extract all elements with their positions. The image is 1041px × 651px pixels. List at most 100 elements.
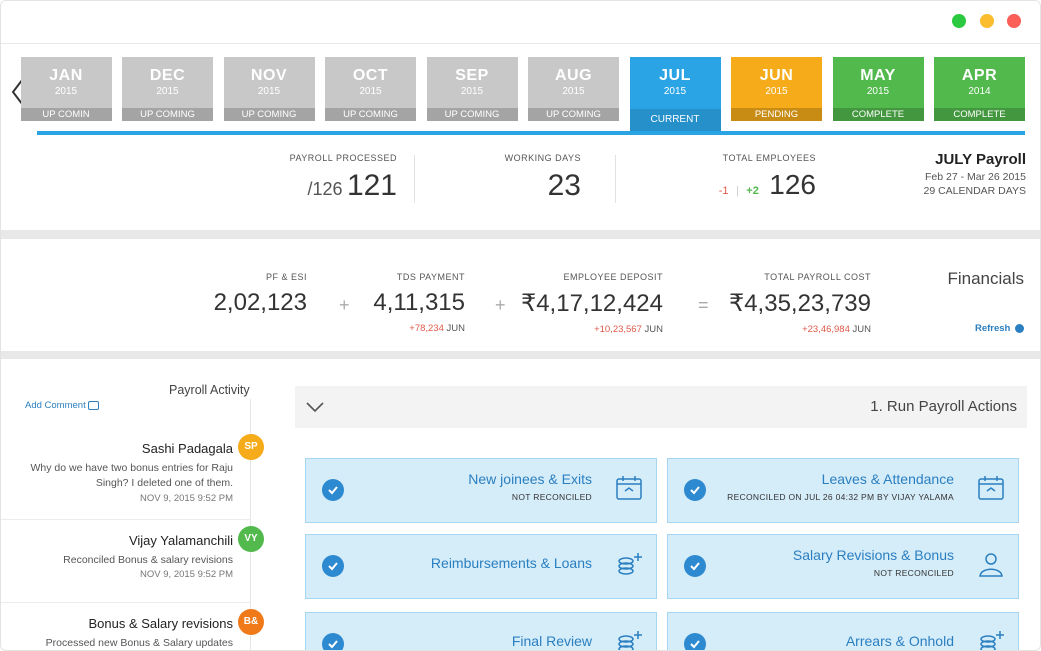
month-year: 2015 — [54, 86, 78, 97]
window-maximize-button[interactable] — [952, 14, 966, 28]
refresh-button[interactable]: Refresh — [975, 323, 1024, 334]
action-card-new-joinees-exits[interactable]: New joinees & Exits NOT RECONCILED — [305, 458, 657, 523]
tds-value: 4,11,315 — [373, 289, 465, 316]
month-tab-aug[interactable]: AUG 2015 UP COMING — [528, 57, 619, 121]
month-year: 2015 — [866, 86, 890, 97]
activity-title: Payroll Activity — [169, 383, 250, 397]
activity-item: VY Vijay Yalamanchili Reconciled Bonus & s… — [1, 519, 264, 603]
month-tab-nov[interactable]: NOV 2015 UP COMING — [223, 57, 315, 121]
deposit-month: JUN — [644, 324, 663, 335]
month-strip: APR 2014 COMPLETE MAY 2015 COMPLETE JUN 2015 PEN… — [1, 57, 1040, 135]
plus-sign: + — [495, 295, 506, 315]
action-card-arrears-onhold[interactable]: Arrears & Onhold — [667, 612, 1019, 650]
actions-header[interactable]: 1. Run Payroll Actions — [295, 386, 1027, 428]
action-card-status: RECONCILED ON JUL 26 04:32 PM BY VIJAY Y… — [727, 492, 954, 502]
deposit-value: ₹4,17,12,424 — [520, 290, 663, 317]
calendar-icon — [614, 473, 644, 508]
total-cost-label: TOTAL PAYROLL COST — [764, 272, 871, 282]
tds-change: +78,234 — [409, 323, 444, 334]
activity-text: Processed new Bonus & Salary updates — [45, 637, 233, 649]
activity-text: Reconciled Bonus & salary revisions — [63, 554, 233, 566]
activity-item: SP Sashi Padagala Why do we have two bonus… — [1, 427, 264, 520]
divider — [615, 155, 616, 203]
month-status: UP COMING — [426, 108, 518, 121]
activity-author: Sashi Padagala — [141, 441, 233, 456]
month-status: COMPLETE — [934, 108, 1025, 121]
month-status: UP COMING — [122, 108, 213, 121]
month-year: 2014 — [968, 86, 991, 97]
plus-sign: + — [339, 295, 350, 315]
pf-label: PF & ESI — [265, 272, 307, 282]
payroll-processed-total: /126 — [307, 179, 343, 199]
payroll-calendar-days: 29 CALENDAR DAYS — [923, 185, 1026, 197]
payroll-summary: JULY Payroll Feb 27 - Mar 26 2015 29 CAL… — [1, 141, 1040, 231]
month-name: JUL — [659, 67, 691, 84]
add-comment-label: Add Comment — [25, 400, 86, 411]
pf-value: 2,02,123 — [213, 289, 307, 316]
month-tab-oct[interactable]: OCT 2015 UP COMING — [325, 57, 416, 121]
equals-sign: = — [698, 295, 709, 315]
check-icon — [322, 555, 344, 577]
working-days-block: WORKING DAYS 23 — [491, 153, 581, 203]
month-progress-line — [37, 131, 1025, 135]
month-name: DEC — [149, 67, 186, 84]
month-status: COMPLETE — [832, 108, 924, 121]
activity-time: NOV 9, 2015 9:52 PM — [140, 493, 233, 504]
month-status: PENDING — [731, 108, 822, 121]
month-year: 2015 — [359, 86, 382, 97]
month-name: AUG — [554, 67, 593, 84]
employee-deposit-block: EMPLOYEE DEPOSIT ₹4,17,12,424 +10,23,567… — [513, 272, 663, 335]
action-card-title: Arrears & Onhold — [845, 633, 954, 649]
action-card-leaves-attendance[interactable]: Leaves & Attendance RECONCILED ON JUL 26 … — [667, 458, 1019, 523]
tds-label: TDS PAYMENT — [396, 272, 465, 282]
total-cost-block: TOTAL PAYROLL COST ₹4,35,23,739 +23,46,9… — [721, 272, 871, 335]
action-card-title: Reimbursements & Loans — [430, 555, 592, 571]
total-cost-value: ₹4,35,23,739 — [728, 290, 871, 317]
divider — [414, 155, 415, 203]
month-status: UP COMING — [223, 108, 315, 121]
check-icon — [684, 555, 706, 577]
payroll-processed-value: 121 — [346, 169, 397, 202]
total-employees-label: TOTAL EMPLOYEES — [722, 153, 816, 163]
month-status: UP COMING — [325, 108, 416, 121]
month-name: SEP — [455, 67, 489, 84]
window-close-button[interactable] — [1007, 14, 1021, 28]
action-card-reimbursements-loans[interactable]: Reimbursements & Loans — [305, 534, 657, 599]
activity-author: Vijay Yalamanchili — [128, 533, 233, 548]
deposit-change: +10,23,567 — [594, 324, 642, 335]
action-card-title: Salary Revisions & Bonus — [792, 547, 954, 563]
action-card-salary-revisions-bonus[interactable]: Salary Revisions & Bonus NOT RECONCILED — [667, 534, 1019, 599]
person-icon — [976, 549, 1006, 584]
actions-title: 1. Run Payroll Actions — [870, 398, 1017, 415]
month-tab-sep[interactable]: SEP 2015 UP COMING — [426, 57, 518, 121]
calendar-icon — [976, 473, 1006, 508]
month-tab-apr[interactable]: APR 2014 COMPLETE — [934, 57, 1025, 121]
total-cost-month: JUN — [852, 324, 871, 335]
avatar: B& — [238, 609, 264, 635]
month-tab-jun[interactable]: JUN 2015 PENDING — [731, 57, 822, 121]
month-year: 2015 — [257, 86, 281, 97]
month-tab-may[interactable]: MAY 2015 COMPLETE — [832, 57, 924, 121]
check-icon — [322, 479, 344, 501]
add-comment-button[interactable]: Add Comment — [25, 400, 100, 411]
action-card-final-review[interactable]: Final Review — [305, 612, 657, 650]
month-year: 2015 — [765, 86, 788, 97]
month-tab-jan[interactable]: JAN 2015 UP COMIN — [20, 57, 112, 121]
month-name: MAY — [860, 67, 896, 84]
activity-item: B& Bonus & Salary revisions Processed new … — [1, 602, 264, 650]
employees-added: +2 — [746, 185, 759, 197]
month-year: 2015 — [663, 86, 687, 97]
window-minimize-button[interactable] — [980, 14, 994, 28]
payroll-processed-block: PAYROLL PROCESSED /126 121 — [281, 153, 397, 203]
month-tab-jul[interactable]: JUL 2015 CURRENT — [629, 57, 721, 131]
financials-section: Financials Refresh TOTAL PAYROLL COST ₹4… — [1, 239, 1040, 351]
month-name: NOV — [250, 67, 288, 84]
month-name: APR — [961, 67, 998, 84]
chevron-down-icon — [306, 402, 324, 413]
action-card-status: NOT RECONCILED — [873, 568, 954, 578]
payroll-processed-label: PAYROLL PROCESSED — [289, 153, 397, 163]
app-window: APR 2014 COMPLETE MAY 2015 COMPLETE JUN 2015 PEN… — [0, 0, 1041, 651]
month-year: 2015 — [156, 86, 179, 97]
month-tab-dec[interactable]: DEC 2015 UP COMING — [122, 57, 213, 121]
month-name: OCT — [352, 67, 389, 84]
